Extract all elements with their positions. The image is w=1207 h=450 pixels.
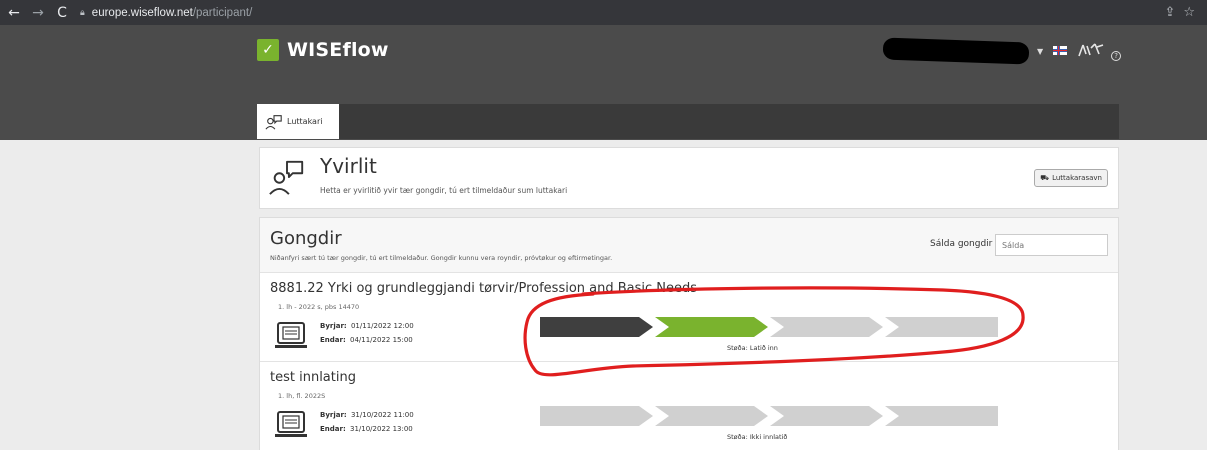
progress-steps[interactable]	[540, 317, 1000, 337]
forward-arrow-icon[interactable]: →	[28, 3, 48, 23]
archive-icon: ⛟	[1040, 173, 1050, 182]
progress-step	[540, 317, 653, 337]
laptop-icon	[275, 411, 307, 437]
filter-courses-input[interactable]	[995, 234, 1108, 256]
course-row[interactable]: 8881.22 Yrki og grundleggjandi tørvir/Pr…	[260, 274, 1118, 362]
lock-icon: 🔒︎	[80, 7, 85, 17]
address-bar[interactable]: 🔒︎ europe.wiseflow.net/participant/	[80, 7, 252, 19]
courses-subtitle: Niðanfyri sært tú tær gongdir, tú ert ti…	[270, 254, 613, 262]
course-row[interactable]: test innlating 1. lh, fl. 2022S Byrjar: …	[260, 363, 1118, 450]
laptop-icon	[275, 322, 307, 348]
start-label: Byrjar:	[320, 322, 347, 330]
progress-step	[655, 317, 768, 337]
progress-step	[885, 406, 998, 426]
organisation-logo-icon	[1077, 42, 1105, 61]
start-date: 01/11/2022 12:00	[350, 322, 414, 330]
end-date: 31/10/2022 13:00	[350, 425, 413, 433]
page-subtitle: Hetta er yvirlitið yvir tær gongdir, tú …	[320, 186, 568, 195]
participant-archive-button[interactable]: ⛟ Luttakarasavn	[1034, 169, 1108, 187]
progress-step	[885, 317, 998, 337]
reload-icon[interactable]: C	[52, 3, 72, 23]
end-label: Endar:	[320, 425, 346, 433]
bookmark-star-icon[interactable]: ☆	[1183, 5, 1195, 20]
tab-participant-label: Luttakari	[287, 117, 323, 126]
browser-toolbar: ← → C 🔒︎ europe.wiseflow.net/participant…	[0, 0, 1207, 25]
back-arrow-icon[interactable]: ←	[4, 3, 24, 23]
course-meta: 1. lh - 2022 s, pbs 14470	[278, 303, 360, 311]
tab-participant[interactable]: Luttakari	[257, 104, 339, 139]
participant-overview-icon	[269, 160, 304, 195]
progress-step	[540, 406, 653, 426]
course-title[interactable]: test innlating	[270, 370, 356, 385]
course-start: Byrjar: 31/10/2022 11:00	[320, 411, 414, 419]
archive-button-label: Luttakarasavn	[1052, 174, 1102, 182]
progress-step	[770, 406, 883, 426]
course-end: Endar: 04/11/2022 15:00	[320, 336, 413, 344]
help-icon[interactable]: ?	[1111, 51, 1122, 61]
wiseflow-logo[interactable]: ✓ WISEflow	[257, 39, 389, 61]
start-date: 31/10/2022 11:00	[350, 411, 414, 419]
course-status: Støða: Ikki innlatið	[727, 433, 788, 441]
user-name-redacted[interactable]	[882, 37, 1030, 65]
url-domain: europe.wiseflow.net	[91, 6, 193, 19]
courses-header: Gongdir Niðanfyri sært tú tær gongdir, t…	[260, 218, 1118, 273]
courses-title: Gongdir	[270, 228, 342, 249]
courses-panel: Gongdir Niðanfyri sært tú tær gongdir, t…	[259, 217, 1119, 450]
faroese-flag-icon[interactable]	[1053, 45, 1068, 58]
logo-check-icon: ✓	[257, 39, 279, 61]
logo-text: WISEflow	[287, 39, 389, 61]
course-status: Støða: Latið inn	[727, 344, 778, 352]
progress-steps[interactable]	[540, 406, 1000, 426]
course-end: Endar: 31/10/2022 13:00	[320, 425, 413, 433]
course-start: Byrjar: 01/11/2022 12:00	[320, 322, 414, 330]
progress-step	[655, 406, 768, 426]
course-title[interactable]: 8881.22 Yrki og grundleggjandi tørvir/Pr…	[270, 281, 697, 296]
share-icon[interactable]: ⇪	[1164, 5, 1175, 20]
progress-step	[770, 317, 883, 337]
tab-bar: Luttakari	[257, 104, 1119, 139]
url-path: /participant/	[192, 6, 253, 19]
overview-panel: Yvirlit Hetta er yvirlitið yvir tær gong…	[259, 147, 1119, 209]
course-meta: 1. lh, fl. 2022S	[278, 392, 326, 400]
filter-label: Sálda gongdir	[930, 239, 993, 249]
end-date: 04/11/2022 15:00	[350, 336, 413, 344]
end-label: Endar:	[320, 336, 346, 344]
participant-icon	[265, 114, 282, 130]
page-title: Yvirlit	[320, 154, 377, 178]
chevron-down-icon[interactable]: ▼	[1037, 47, 1043, 56]
start-label: Byrjar:	[320, 411, 347, 419]
